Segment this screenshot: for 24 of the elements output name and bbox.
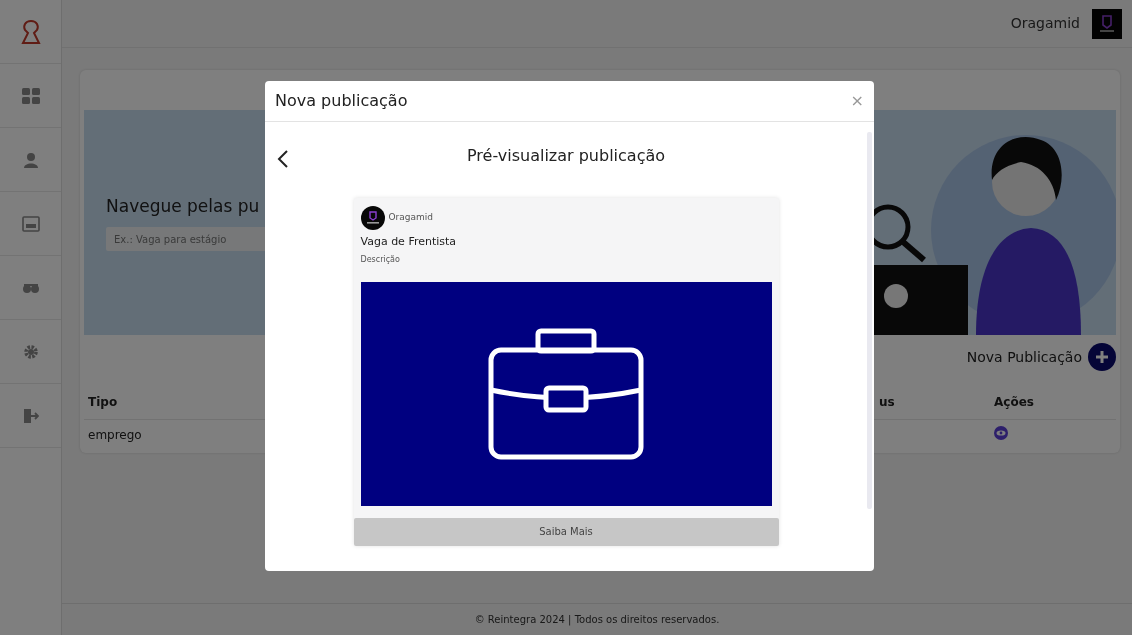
post-description: Descrição: [360, 253, 401, 266]
user-icon[interactable]: [22, 151, 39, 168]
avatar-icon: [360, 206, 385, 230]
learn-more-button[interactable]: Saiba Mais: [353, 517, 779, 546]
keyhole-logo-icon[interactable]: [19, 18, 42, 45]
author-name: Oragamid: [388, 211, 433, 225]
user-name: Oragamid: [1010, 14, 1080, 33]
new-post-label: Nova Publicação: [966, 347, 1082, 367]
plus-icon: [1094, 349, 1110, 365]
footer-text: © Reintegra 2024 | Todos os direitos reservados.: [474, 613, 720, 627]
add-button[interactable]: [1088, 343, 1116, 371]
briefcase-icon: [488, 327, 644, 460]
logo-icon: [1092, 8, 1122, 39]
dashboard-icon[interactable]: [21, 87, 40, 104]
logout-icon[interactable]: [22, 407, 39, 424]
dialog-title: Nova publicação: [275, 90, 408, 112]
settings-icon[interactable]: [22, 343, 39, 360]
view-button[interactable]: [994, 426, 1008, 440]
table-cell: emprego: [88, 428, 142, 442]
column-header: us: [875, 385, 990, 420]
preview-heading: Pré-visualizar publicação: [465, 145, 667, 167]
banner-title: Navegue pelas pu: [106, 195, 260, 218]
eye-icon: [996, 430, 1006, 436]
column-header: Ações: [990, 385, 1116, 420]
